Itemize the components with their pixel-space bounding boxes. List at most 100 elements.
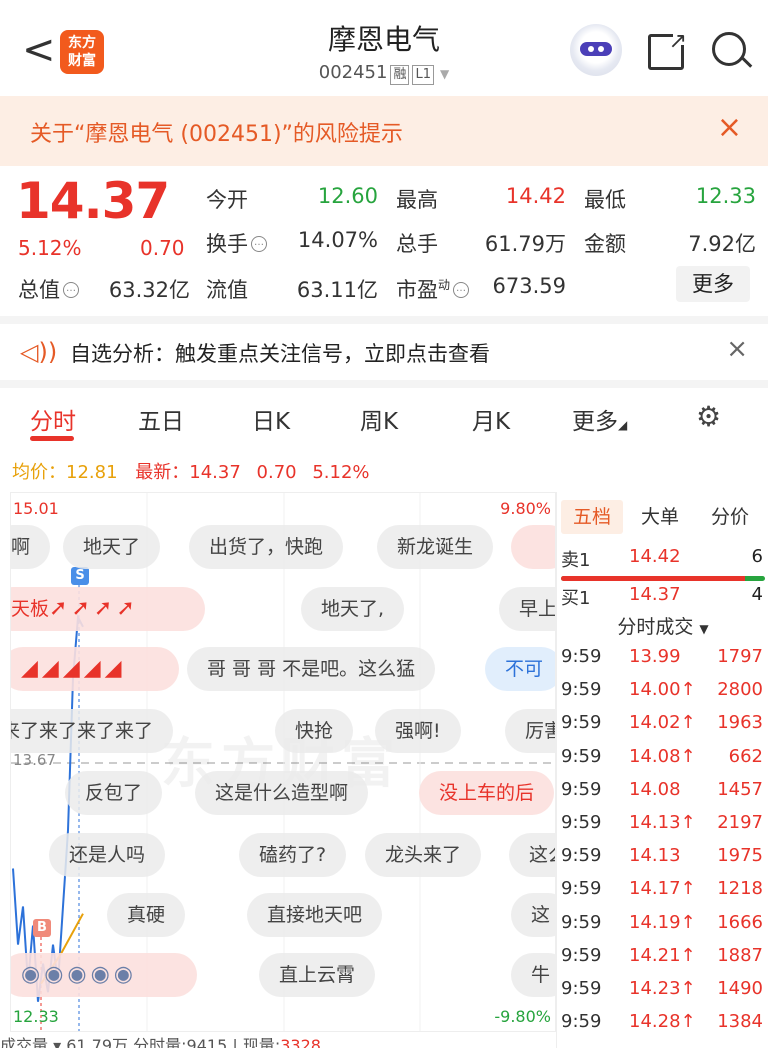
tick-time: 9:59 [561, 712, 602, 734]
danmaku-bubble[interactable]: 地天了, [301, 587, 405, 631]
danmaku-bubble[interactable]: 天板 ➚➚➚➚ [11, 587, 205, 631]
tab-five-levels[interactable]: 五档 [561, 500, 623, 534]
intraday-chart[interactable]: 东方财富 15.01 9.80% 13.67 12.33 -9.80% S B … [10, 492, 556, 1032]
low-label: 最低 [584, 188, 626, 212]
tick-volume: 1218 [717, 878, 763, 900]
danmaku-bubble[interactable]: 快抢 [275, 709, 354, 753]
tick-price: 14.19↑ [629, 911, 696, 933]
assistant-robot-icon[interactable] [570, 24, 622, 76]
tick-row: 9:59 14.00↑ 2800 [557, 675, 768, 705]
tab-price-distribution[interactable]: 分价 [699, 500, 761, 534]
tick-price: 14.13↑ [629, 812, 696, 833]
tick-row: 9:59 14.13↑ 2197 [557, 808, 768, 838]
gear-icon[interactable]: ⚙ [696, 400, 721, 433]
danmaku-bubble[interactable]: 这是什么造型啊 [195, 771, 369, 815]
tick-row: 9:59 14.17↑ 1218 [557, 874, 768, 904]
close-icon[interactable]: × [717, 110, 742, 145]
tick-volume: 1666 [717, 911, 763, 933]
danmaku-bubble[interactable] [511, 525, 555, 569]
tick-volume: 1887 [717, 944, 763, 966]
danmaku-bubble[interactable]: 直接地天吧 [247, 893, 383, 937]
tick-time: 9:59 [561, 944, 602, 966]
stock-code: 002451 [318, 62, 388, 83]
y-max-label: 15.01 [13, 499, 59, 518]
latest-change: 0.70 [256, 462, 297, 483]
danmaku-bubble[interactable]: 真硬 [107, 893, 186, 937]
info-icon: … [63, 282, 79, 298]
danmaku-bubble[interactable]: 这 [511, 893, 555, 937]
danmaku-bubble[interactable]: 哥 哥 哥 不是吧。这么猛 [187, 647, 436, 691]
risk-banner[interactable]: 关于“摩恩电气 (002451)”的风险提示 × [0, 96, 768, 166]
robot-eye-left [588, 46, 594, 52]
danmaku-bubble[interactable]: 强啊! [375, 709, 461, 753]
robot-visor [580, 42, 612, 56]
tab-five-day[interactable]: 五日 [138, 402, 184, 436]
pe-value: 673.59 [492, 274, 566, 298]
danmaku-bubble[interactable]: 龙头来了 [365, 833, 482, 877]
danmaku-bubble[interactable]: 来了来了来了来了 [11, 709, 174, 753]
analysis-text[interactable]: 自选分析：触发重点关注信号，立即点击查看 [70, 338, 490, 368]
tab-monthly-k[interactable]: 月K [472, 402, 510, 436]
amount-value: 7.92亿 [688, 232, 756, 256]
tick-volume: 1457 [717, 778, 763, 800]
buy-marker[interactable]: B [33, 919, 51, 937]
active-tab-indicator [30, 436, 74, 441]
high-label: 最高 [396, 188, 438, 212]
tab-big-orders[interactable]: 大单 [629, 500, 691, 534]
volume-strip[interactable]: 成交量 ▾ 61.79万 分时量:9415 | 现量:3328 [0, 1032, 556, 1048]
divider [0, 380, 768, 388]
y-min-pct-label: -9.80% [494, 1007, 551, 1026]
sell-marker[interactable]: S [71, 567, 89, 585]
tab-daily-k[interactable]: 日K [252, 402, 290, 436]
danmaku-bubble[interactable]: 这么 [509, 833, 555, 877]
avatar-icon: ◉◉◉◉◉ [21, 962, 137, 987]
tick-time: 9:59 [561, 978, 602, 999]
risk-banner-text[interactable]: 关于“摩恩电气 (002451)”的风险提示 [30, 116, 403, 148]
tick-price: 14.08↑ [629, 745, 696, 767]
tab-weekly-k[interactable]: 周K [360, 402, 398, 436]
tick-time: 9:59 [561, 778, 602, 800]
y-mid-label: 13.67 [13, 751, 56, 769]
tick-price: 13.99 [629, 646, 681, 667]
chart-info-line: 均价：12.81 最新：14.37 0.70 5.12% [12, 458, 370, 484]
tick-time: 9:59 [561, 812, 602, 833]
open-label: 今开 [206, 188, 248, 212]
amount-label: 金额 [584, 232, 626, 256]
search-icon[interactable] [712, 32, 746, 66]
close-icon[interactable]: × [726, 334, 748, 364]
danmaku-bubble[interactable]: 还是人吗 [49, 833, 166, 877]
y-min-label: 12.33 [13, 1007, 59, 1026]
danmaku-bubble[interactable]: 牛 [511, 953, 555, 997]
tick-row: 9:59 14.02↑ 1963 [557, 708, 768, 738]
tick-row: 9:59 14.08↑ 662 [557, 742, 768, 772]
more-button[interactable]: 更多 [676, 266, 750, 302]
ticks-title[interactable]: 分时成交 ▼ [557, 612, 768, 639]
tab-intraday[interactable]: 分时 [30, 402, 76, 436]
volume-label: 总手 [396, 232, 438, 256]
danmaku-bubble[interactable]: 反包了 [65, 771, 163, 815]
tick-time: 9:59 [561, 878, 602, 900]
danmaku-bubble[interactable]: 磕药了? [239, 833, 347, 877]
chart-tabs: 分时 五日 日K 周K 月K 更多◢ ⚙ [0, 388, 768, 448]
tick-price: 14.13 [629, 845, 681, 867]
info-icon: … [453, 282, 470, 298]
tick-time: 9:59 [561, 845, 602, 867]
danmaku-bubble[interactable]: 不可 [485, 647, 555, 691]
danmaku-bubble[interactable]: 厉害 [505, 709, 555, 753]
order-book-panel: 五档 大单 分价 卖1 14.42 6 买1 14.37 4 分时成交 ▼ 9:… [556, 492, 768, 1048]
danmaku-bubble[interactable]: 新龙诞生 [377, 525, 494, 569]
latest-pct: 5.12% [312, 462, 370, 483]
danmaku-bubble[interactable]: 地天了 [63, 525, 161, 569]
danmaku-bubble[interactable]: ◢◢◢◢◢ [11, 647, 179, 691]
analysis-bar[interactable]: ◁)) 自选分析：触发重点关注信号，立即点击查看 × [0, 324, 768, 380]
tick-row: 9:59 14.23↑ 1490 [557, 974, 768, 1004]
tab-more[interactable]: 更多◢ [572, 402, 627, 436]
danmaku-bubble[interactable]: 早上 [499, 587, 555, 631]
danmaku-bubble[interactable]: 没上车的后 [419, 771, 555, 815]
tick-time: 9:59 [561, 1011, 602, 1033]
danmaku-bubble[interactable]: 出货了，快跑 [189, 525, 344, 569]
danmaku-bubble[interactable]: ◉◉◉◉◉ [11, 953, 197, 997]
tick-time: 9:59 [561, 646, 602, 667]
share-icon[interactable]: ↗ [648, 29, 687, 70]
danmaku-bubble[interactable]: 直上云霄 [259, 953, 376, 997]
